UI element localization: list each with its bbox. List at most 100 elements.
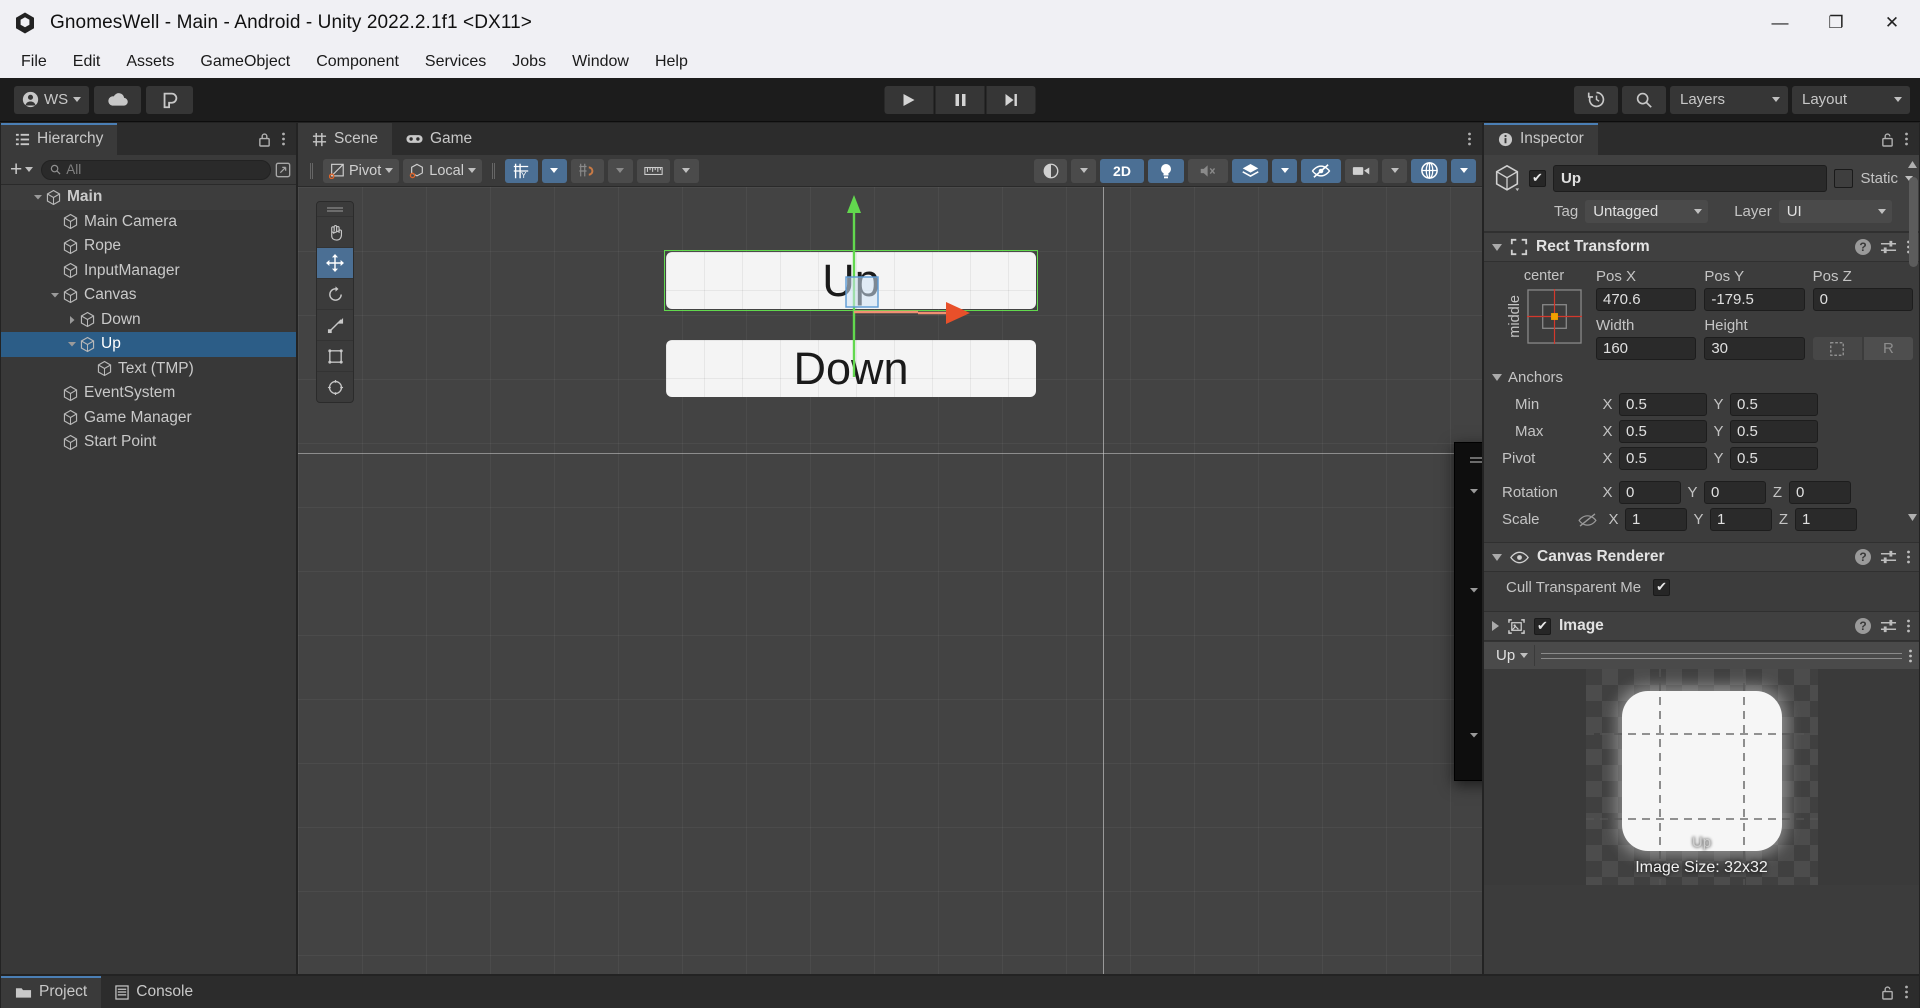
scene-camera-button[interactable] <box>1345 158 1378 183</box>
kebab-menu-icon[interactable] <box>1467 131 1472 147</box>
hierarchy-item-game-manager[interactable]: Game Manager <box>1 406 296 431</box>
menu-gameobject[interactable]: GameObject <box>187 49 303 75</box>
chevron-down-icon[interactable] <box>1469 582 1479 600</box>
scroll-up-arrow-icon[interactable] <box>1907 157 1918 171</box>
scale-y-input[interactable]: 1 <box>1710 508 1772 531</box>
ai-nav-item-show-avoidance[interactable]: Show Avoidance <box>1455 696 1482 719</box>
constrain-proportions-off-icon[interactable] <box>1578 512 1597 527</box>
audio-toggle-button[interactable] <box>1188 158 1228 183</box>
ai-nav-item-show-carve-hull[interactable]: Show Carve Hull <box>1455 749 1482 772</box>
help-icon[interactable]: ? <box>1855 618 1871 634</box>
chevron-down-icon[interactable] <box>1492 374 1502 381</box>
ruler-dropdown[interactable] <box>673 158 699 183</box>
minimize-button[interactable]: — <box>1752 0 1808 45</box>
menu-component[interactable]: Component <box>303 49 412 75</box>
shading-mode-dropdown[interactable] <box>1071 158 1096 183</box>
ai-nav-item-show-path-polygons[interactable]: Show Path Polygons✔ <box>1455 604 1482 627</box>
hierarchy-expand-icon[interactable] <box>275 162 291 178</box>
image-component-header[interactable]: ✔ Image ? <box>1484 611 1919 641</box>
tab-hierarchy[interactable]: Hierarchy <box>1 123 118 155</box>
scale-tool-button[interactable] <box>317 309 353 340</box>
magnet-snap-button[interactable] <box>570 158 604 183</box>
ai-nav-item-show-neighbours[interactable]: Show Neighbours <box>1455 650 1482 673</box>
hierarchy-item-text-tmp[interactable]: Text (TMP) <box>1 357 296 382</box>
search-button[interactable] <box>1622 85 1666 114</box>
hierarchy-item-canvas[interactable]: Canvas <box>1 283 296 308</box>
chevron-down-icon[interactable] <box>1469 727 1479 745</box>
grid-snapping-dropdown[interactable] <box>541 158 567 183</box>
hierarchy-search-input[interactable]: All <box>41 159 271 180</box>
chevron-down-icon[interactable] <box>1469 585 1479 595</box>
menu-edit[interactable]: Edit <box>60 49 114 75</box>
ai-nav-item-show-heightmesh[interactable]: Show HeightMesh <box>1455 551 1482 574</box>
image-enabled-checkbox[interactable]: ✔ <box>1534 617 1551 635</box>
move-tool-button[interactable] <box>317 247 353 278</box>
tab-project[interactable]: Project <box>1 976 102 1008</box>
chevron-down-icon[interactable] <box>1469 730 1479 740</box>
settings-sliders-icon[interactable] <box>1880 618 1897 634</box>
move-gizmo-x-arrow[interactable] <box>918 299 978 327</box>
lock-icon[interactable] <box>258 132 271 147</box>
chevron-down-icon[interactable] <box>1469 483 1479 501</box>
hierarchy-item-rope[interactable]: Rope <box>1 234 296 259</box>
blueprint-mode-button[interactable] <box>1812 337 1862 360</box>
scene-viewport[interactable]: Up Down <box>298 187 1482 974</box>
drag-handle-icon[interactable] <box>1469 454 1482 466</box>
gizmos-toggle-button[interactable] <box>1411 158 1447 183</box>
hierarchy-item-eventsystem[interactable]: EventSystem <box>1 381 296 406</box>
account-button[interactable]: WS <box>14 85 90 114</box>
anchor-min-x-input[interactable]: 0.5 <box>1619 393 1707 416</box>
help-icon[interactable]: ? <box>1855 239 1871 255</box>
hierarchy-item-main-camera[interactable]: Main Camera <box>1 210 296 235</box>
lighting-toggle-button[interactable] <box>1148 158 1184 183</box>
gameobject-enabled-checkbox[interactable]: ✔ <box>1529 169 1546 187</box>
play-button[interactable] <box>884 85 934 114</box>
ai-nav-item-show-path-query-nodes[interactable]: Show Path Query Nodes <box>1455 627 1482 650</box>
ai-nav-group-surfaces[interactable]: Surfaces <box>1455 479 1482 505</box>
chevron-down-icon[interactable] <box>1520 653 1529 658</box>
ai-nav-group-agents[interactable]: Agents <box>1455 578 1482 604</box>
shading-mode-button[interactable] <box>1034 158 1067 183</box>
hierarchy-item-inputmanager[interactable]: InputManager <box>1 259 296 284</box>
chevron-right-icon[interactable] <box>1492 621 1499 631</box>
chevron-down-icon[interactable] <box>1492 553 1502 561</box>
anchor-preset-widget[interactable]: center middle <box>1492 268 1596 360</box>
toggle-2d-button[interactable]: 2D <box>1100 158 1144 183</box>
kebab-menu-icon[interactable] <box>1904 984 1909 1000</box>
ai-nav-group-obstacles[interactable]: Obstacles <box>1455 723 1482 749</box>
pivot-x-input[interactable]: 0.5 <box>1619 447 1707 470</box>
menu-help[interactable]: Help <box>642 49 701 75</box>
menu-services[interactable]: Services <box>412 49 499 75</box>
pivot-y-input[interactable]: 0.5 <box>1730 447 1818 470</box>
scroll-down-arrow-icon[interactable] <box>1907 510 1918 524</box>
cull-transparent-checkbox[interactable]: ✔ <box>1653 578 1671 596</box>
scene-camera-dropdown[interactable] <box>1382 158 1407 183</box>
hierarchy-add-button[interactable]: + <box>6 159 37 180</box>
chevron-down-icon[interactable] <box>1469 486 1479 496</box>
chevron-down-icon[interactable] <box>50 290 60 300</box>
tab-scene[interactable]: Scene <box>298 123 392 155</box>
tab-game[interactable]: Game <box>391 123 487 155</box>
handle-space-button[interactable]: Local <box>403 158 482 183</box>
settings-sliders-icon[interactable] <box>1880 239 1897 255</box>
expand-arrow[interactable] <box>31 192 45 202</box>
static-checkbox[interactable] <box>1834 168 1854 188</box>
ai-nav-item-show-walls[interactable]: Show Walls <box>1455 673 1482 696</box>
menu-window[interactable]: Window <box>559 49 642 75</box>
grid-snapping-button[interactable]: Y <box>504 158 538 183</box>
effects-toggle-button[interactable] <box>1232 158 1268 183</box>
ai-nav-item-show-only-selected[interactable]: Show Only Selected <box>1455 505 1482 528</box>
transform-tool-button[interactable] <box>317 371 353 402</box>
layers-dropdown[interactable]: Layers <box>1670 85 1788 114</box>
scale-z-input[interactable]: 1 <box>1795 508 1857 531</box>
maximize-button[interactable]: ❐ <box>1808 0 1864 45</box>
inspector-scrollbar-thumb[interactable] <box>1909 177 1918 267</box>
plastic-scm-button[interactable] <box>146 85 194 114</box>
pos-y-input[interactable]: -179.5 <box>1704 288 1805 311</box>
menu-assets[interactable]: Assets <box>113 49 187 75</box>
hierarchy-item-down[interactable]: Down <box>1 308 296 333</box>
anchor-min-y-input[interactable]: 0.5 <box>1730 393 1818 416</box>
ruler-button[interactable] <box>636 158 670 183</box>
scale-x-input[interactable]: 1 <box>1625 508 1687 531</box>
anchors-foldout[interactable]: Anchors <box>1484 364 1919 391</box>
